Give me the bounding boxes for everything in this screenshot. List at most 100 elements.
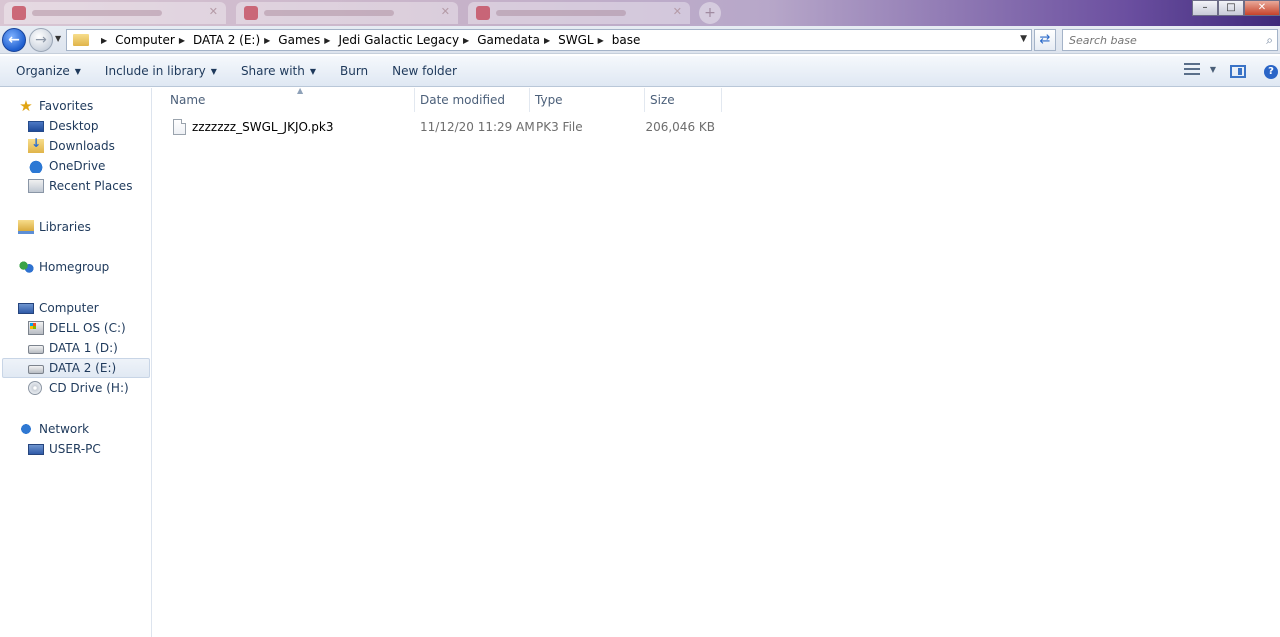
nav-drive-h[interactable]: CD Drive (H:) (28, 378, 129, 398)
column-header-label: Date modified (420, 93, 506, 107)
column-header-name[interactable]: Name ▲ (165, 86, 415, 112)
column-header-label: Name (170, 93, 206, 107)
file-type-cell: PK3 File (536, 120, 583, 134)
breadcrumb-jedi-galactic-legacy[interactable]: ▶ Jedi Galactic Legacy (320, 33, 459, 47)
breadcrumb-chevron-icon[interactable]: ▶ (264, 36, 270, 45)
search-input[interactable] (1063, 30, 1253, 50)
breadcrumb-label[interactable]: SWGL (558, 33, 593, 47)
burn-button[interactable]: Burn (332, 59, 376, 83)
nav-recent-places[interactable]: Recent Places (28, 176, 132, 196)
breadcrumb-chevron-icon[interactable]: ▶ (324, 36, 330, 45)
breadcrumb-label[interactable]: Jedi Galactic Legacy (338, 33, 459, 47)
details-view-icon[interactable] (1183, 63, 1200, 75)
nav-network[interactable]: Network (18, 419, 89, 439)
tab-title-blurred (496, 10, 626, 16)
nav-label: Computer (39, 301, 99, 315)
nav-user-pc[interactable]: USER-PC (28, 439, 101, 459)
maximize-button[interactable]: □ (1218, 0, 1244, 16)
nav-label: Libraries (39, 220, 91, 234)
share-with-menu[interactable]: Share with ▼ (233, 59, 324, 83)
tab-favicon-icon (476, 6, 490, 20)
minimize-button[interactable]: – (1192, 0, 1218, 16)
breadcrumb-chevron-icon[interactable]: ▶ (101, 36, 107, 45)
nav-drive-e[interactable]: DATA 2 (E:) (2, 358, 150, 378)
breadcrumb-base[interactable]: ▶ base (594, 33, 641, 47)
nav-desktop[interactable]: Desktop (28, 116, 99, 136)
nav-label: Desktop (49, 119, 99, 133)
breadcrumb-computer[interactable]: ▶ Computer (97, 33, 175, 47)
nav-label: Homegroup (39, 260, 110, 274)
tab-close-icon[interactable]: ✕ (441, 5, 450, 18)
libraries-icon (18, 220, 34, 234)
include-in-library-label: Include in library (104, 64, 206, 78)
preview-pane-icon[interactable] (1230, 65, 1246, 78)
address-breadcrumb[interactable]: ▶ Computer ▶ DATA 2 (E:) ▶ Games ▶ Jedi Gala… (66, 29, 1032, 51)
nav-label: Network (39, 422, 90, 436)
nav-label: OneDrive (49, 159, 106, 173)
file-row[interactable]: zzzzzzz_SWGL_JKJO.pk3 11/12/20 11:29 AM … (165, 116, 875, 138)
breadcrumb-label[interactable]: Gamedata (477, 33, 540, 47)
nav-computer[interactable]: Computer (18, 298, 99, 318)
recent-places-icon (28, 179, 44, 193)
tab-favicon-icon (244, 6, 258, 20)
nav-onedrive[interactable]: OneDrive (28, 156, 105, 176)
breadcrumb-label[interactable]: DATA 2 (E:) (193, 33, 260, 47)
breadcrumb-chevron-icon[interactable]: ▶ (179, 36, 185, 45)
tab-title-blurred (32, 10, 162, 16)
column-header-size[interactable]: Size (645, 88, 722, 112)
file-icon (173, 119, 186, 135)
computer-icon (18, 302, 34, 314)
forward-arrow-icon: → (35, 32, 47, 48)
breadcrumb-chevron-icon[interactable]: ▶ (544, 36, 550, 45)
refresh-button[interactable]: ⇄ (1034, 29, 1056, 51)
breadcrumb-gamedata[interactable]: ▶ Gamedata (459, 33, 540, 47)
browser-tab-2[interactable]: ✕ (236, 2, 458, 24)
new-tab-plus-icon[interactable]: + (699, 2, 721, 24)
close-button[interactable]: ✕ (1244, 0, 1280, 16)
sort-ascending-icon: ▲ (297, 86, 304, 95)
cd-drive-icon (28, 381, 42, 395)
browser-tab-1[interactable]: ✕ (4, 2, 226, 24)
organize-menu[interactable]: Organize ▼ (8, 59, 89, 83)
nav-favorites[interactable]: ★ Favorites (18, 96, 93, 116)
column-header-type[interactable]: Type (530, 88, 645, 112)
search-icon[interactable]: ⌕ (1266, 33, 1273, 48)
recent-pages-chevron-down-icon[interactable]: ▼ (55, 34, 61, 43)
browser-tab-3[interactable]: ✕ (468, 2, 690, 24)
tab-title-blurred (264, 10, 394, 16)
change-view-control[interactable]: ▼ (1183, 63, 1216, 75)
nav-label: CD Drive (H:) (49, 381, 129, 395)
breadcrumb-chevron-icon[interactable]: ▶ (463, 36, 469, 45)
homegroup-icon (18, 260, 34, 274)
column-header-date[interactable]: Date modified (415, 88, 530, 112)
search-box[interactable]: ⌕ (1062, 29, 1278, 51)
new-folder-button[interactable]: New folder (384, 59, 465, 83)
breadcrumb-chevron-icon[interactable]: ▶ (598, 36, 604, 45)
nav-drive-c[interactable]: DELL OS (C:) (28, 318, 126, 338)
file-name-cell[interactable]: zzzzzzz_SWGL_JKJO.pk3 (173, 116, 333, 138)
breadcrumb-label[interactable]: Computer (115, 33, 175, 47)
help-icon[interactable]: ? (1264, 65, 1278, 79)
nav-drive-d[interactable]: DATA 1 (D:) (28, 338, 118, 358)
nav-libraries[interactable]: Libraries (18, 217, 91, 237)
view-options-chevron-down-icon[interactable]: ▼ (1210, 65, 1216, 74)
breadcrumb-label[interactable]: base (612, 33, 641, 47)
file-name: zzzzzzz_SWGL_JKJO.pk3 (192, 120, 334, 134)
nav-label: Downloads (49, 139, 115, 153)
breadcrumb-label[interactable]: Games (278, 33, 320, 47)
nav-homegroup[interactable]: Homegroup (18, 257, 109, 277)
breadcrumb-data2[interactable]: ▶ DATA 2 (E:) (175, 33, 260, 47)
organize-label: Organize (16, 64, 70, 78)
tab-close-icon[interactable]: ✕ (209, 5, 218, 18)
nav-downloads[interactable]: Downloads (28, 136, 115, 156)
include-in-library-menu[interactable]: Include in library ▼ (97, 59, 225, 83)
address-history-chevron-down-icon[interactable]: ▼ (1020, 34, 1027, 44)
back-button[interactable]: ← (2, 28, 26, 52)
file-list: Name ▲ Date modified Type Size zzzzzzz_S… (153, 86, 1280, 637)
chevron-down-icon: ▼ (210, 66, 217, 76)
forward-button[interactable]: → (29, 28, 53, 52)
column-header-label: Size (650, 93, 675, 107)
breadcrumb-swgl[interactable]: ▶ SWGL (540, 33, 594, 47)
tab-close-icon[interactable]: ✕ (673, 5, 682, 18)
breadcrumb-games[interactable]: ▶ Games (260, 33, 320, 47)
